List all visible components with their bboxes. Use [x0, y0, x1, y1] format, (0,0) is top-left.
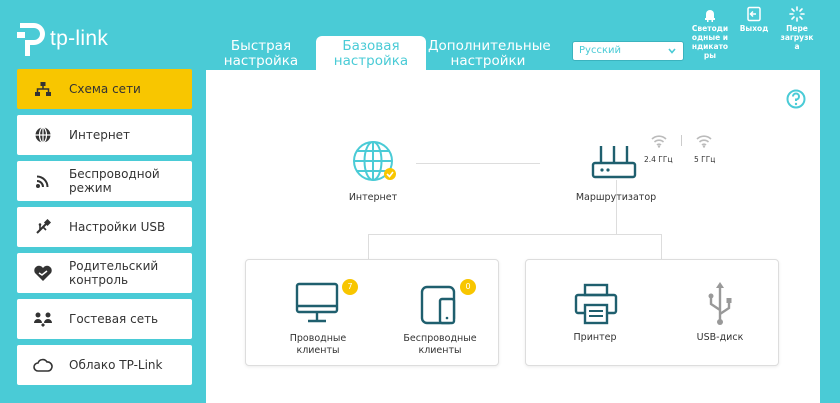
- wireless-clients-node[interactable]: [420, 285, 460, 329]
- wifi-24-indicator[interactable]: [651, 133, 667, 152]
- internet-node[interactable]: [351, 141, 397, 187]
- devices-icon: [420, 285, 456, 325]
- tab-label: Базовая: [342, 38, 400, 54]
- wired-clients-label-line: клиенты: [296, 345, 340, 356]
- led-label: одные и: [691, 33, 729, 42]
- wired-clients-label-line: Проводные: [289, 333, 347, 344]
- brand-name: tp-link: [50, 27, 109, 50]
- reboot-icon: [789, 6, 805, 22]
- tplink-logo: tp-link: [16, 20, 108, 58]
- language-selected: Русский: [579, 45, 621, 56]
- router-link: [616, 180, 617, 234]
- network-map-icon: [17, 81, 69, 97]
- tab-label: Быстрая: [230, 38, 292, 54]
- tab-advanced[interactable]: Дополнительные настройки: [428, 36, 551, 70]
- reboot-label: Пере: [786, 24, 808, 33]
- wireless-clients-count: 0: [460, 279, 476, 295]
- router-node[interactable]: [591, 144, 637, 184]
- guest-icon: [17, 311, 69, 327]
- led-button[interactable]: Светоди одные и ндикато ры: [690, 6, 730, 60]
- logout-button[interactable]: Выход: [734, 6, 774, 33]
- sidebar-item-label: Родительский контроль: [69, 259, 159, 287]
- led-icon: [705, 10, 715, 22]
- heart-icon: [17, 265, 69, 282]
- wifi-icon: [651, 135, 667, 148]
- internet-router-link: [416, 163, 540, 164]
- wifi-icon: [696, 135, 712, 148]
- tab-label: настройка: [333, 53, 409, 69]
- internet-label: Интернет: [348, 192, 398, 203]
- sidebar-item-label: Облако TP-Link: [69, 358, 163, 372]
- sidebar-item-label: Интернет: [69, 128, 131, 142]
- tab-label: настройка: [223, 53, 299, 69]
- wifi-5-indicator[interactable]: [696, 133, 712, 152]
- usb-disk-node[interactable]: [706, 280, 734, 330]
- reboot-label: загрузк: [780, 33, 814, 42]
- wireless-clients-label-line: клиенты: [418, 345, 462, 356]
- wired-clients-count: 7: [342, 279, 358, 295]
- reboot-label: а: [794, 42, 800, 51]
- wired-clients-label: Проводные клиенты: [270, 333, 366, 357]
- tab-basic[interactable]: Базовая настройка: [316, 36, 426, 70]
- logout-label: Выход: [739, 24, 769, 33]
- led-label: Светоди: [691, 24, 729, 33]
- globe-icon: [353, 141, 396, 181]
- usb-disk-label: USB-диск: [696, 332, 744, 343]
- wireless-icon: [17, 173, 69, 189]
- printer-node[interactable]: [574, 283, 618, 329]
- monitor-icon: [295, 282, 339, 323]
- cloud-icon: [17, 358, 69, 372]
- sidebar-item-guest-network[interactable]: Гостевая сеть: [17, 299, 192, 339]
- led-label: ры: [703, 51, 717, 60]
- sidebar-item-label: Беспроводной режим: [69, 167, 160, 195]
- router-icon: [591, 146, 637, 179]
- usb-icon: [17, 219, 69, 235]
- sidebar-item-label: Гостевая сеть: [69, 312, 159, 326]
- sidebar-item-usb[interactable]: Настройки USB: [17, 207, 192, 247]
- usb-devices-box: [525, 259, 779, 366]
- tab-label: настройки: [450, 53, 526, 69]
- sidebar-item-internet[interactable]: Интернет: [17, 115, 192, 155]
- logout-icon: [747, 6, 761, 22]
- freq-24-label: 2.4 ГГц: [644, 155, 673, 164]
- sidebar-item-label: Схема сети: [69, 82, 141, 96]
- tplink-logo-icon: [17, 23, 45, 56]
- sidebar-item-parental-control[interactable]: Родительский контроль: [17, 253, 192, 293]
- help-icon: [786, 89, 806, 109]
- sidebar-item-label: Настройки USB: [69, 220, 166, 234]
- language-select[interactable]: Русский: [572, 41, 684, 61]
- wireless-clients-label-line: Беспроводные: [403, 333, 477, 344]
- branch-link-right: [661, 234, 662, 260]
- wireless-clients-label: Беспроводные клиенты: [390, 333, 490, 357]
- reboot-button[interactable]: Пере загрузк а: [777, 6, 817, 51]
- usb-icon: [708, 282, 732, 325]
- wifi-divider: [681, 135, 682, 146]
- globe-icon: [17, 126, 69, 144]
- printer-icon: [574, 283, 618, 325]
- router-label: Маршрутизатор: [575, 192, 657, 203]
- tab-quick-setup[interactable]: Быстрая настройка: [222, 36, 300, 70]
- sidebar-item-cloud[interactable]: Облако TP-Link: [17, 345, 192, 385]
- sidebar-item-network-map[interactable]: Схема сети: [17, 69, 192, 109]
- branch-link-left: [368, 234, 369, 260]
- wired-clients-node[interactable]: [295, 282, 341, 328]
- printer-label: Принтер: [573, 332, 617, 343]
- branch-link: [368, 234, 662, 235]
- freq-5-label: 5 ГГц: [694, 155, 716, 164]
- help-button[interactable]: [786, 89, 806, 113]
- tab-label: Дополнительные: [428, 38, 551, 54]
- led-label: ндикато: [691, 42, 729, 51]
- sidebar-item-wireless[interactable]: Беспроводной режим: [17, 161, 192, 201]
- chevron-down-icon: [668, 48, 676, 54]
